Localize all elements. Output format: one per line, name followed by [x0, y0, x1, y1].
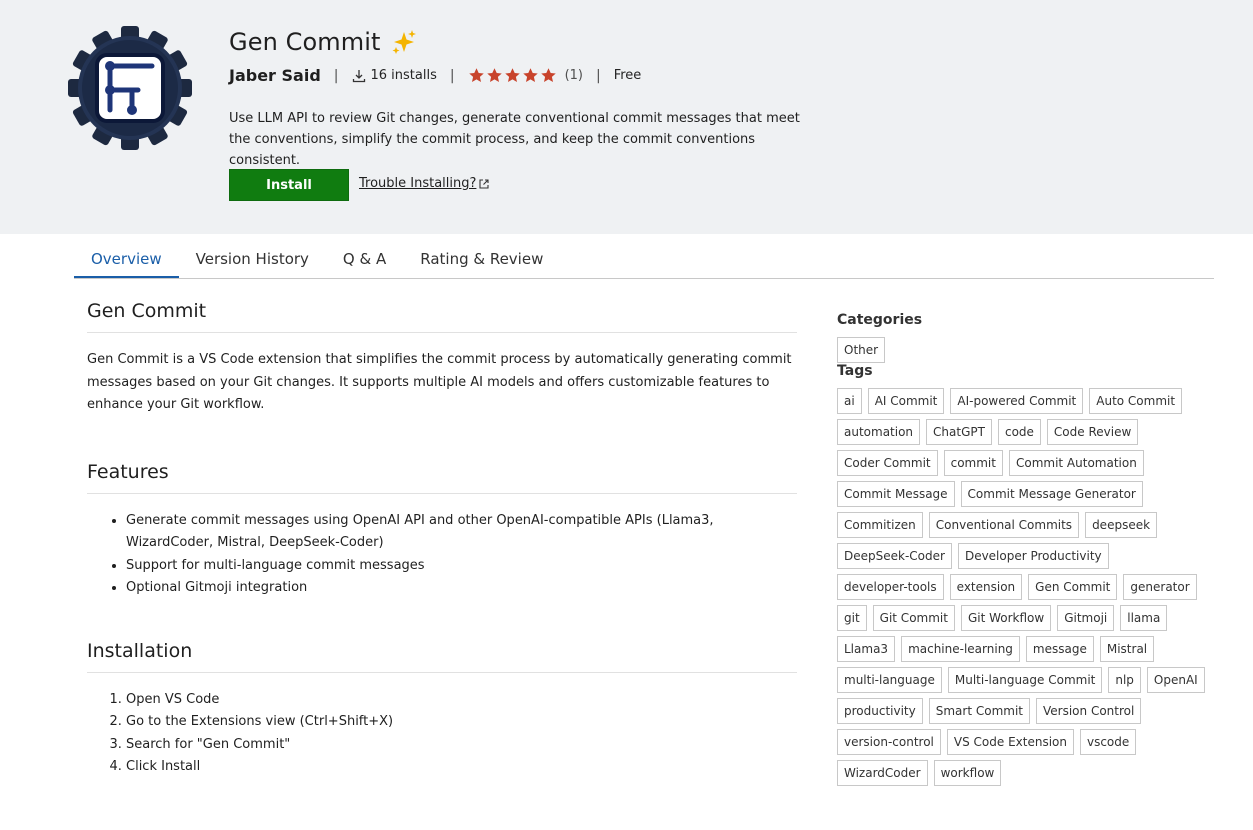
- extension-title: Gen Commit: [229, 28, 381, 56]
- tag-chip[interactable]: developer-tools: [837, 574, 944, 600]
- tab-bar: Overview Version History Q & A Rating & …: [74, 240, 1214, 279]
- list-item: Go to the Extensions view (Ctrl+Shift+X): [126, 711, 797, 734]
- download-icon: [352, 69, 365, 82]
- rating-count[interactable]: (1): [565, 68, 583, 83]
- price-label: Free: [613, 68, 642, 83]
- tag-chip[interactable]: Commit Automation: [1008, 450, 1144, 476]
- tag-chip[interactable]: productivity: [837, 698, 923, 724]
- tags-heading: Tags: [837, 363, 873, 379]
- list-item: Open VS Code: [126, 689, 797, 712]
- tag-chip[interactable]: Git Workflow: [960, 605, 1052, 631]
- tag-chip[interactable]: Mistral: [1099, 636, 1155, 662]
- trouble-installing-link[interactable]: Trouble Installing?: [359, 176, 489, 191]
- title-row: Gen Commit: [229, 28, 418, 56]
- tag-chip[interactable]: Gen Commit: [1028, 574, 1118, 600]
- features-list: Generate commit messages using OpenAI AP…: [87, 510, 797, 600]
- tags-list: ai AI Commit AI-powered Commit Auto Commit a…: [837, 388, 1207, 786]
- tag-chip[interactable]: Coder Commit: [837, 450, 938, 476]
- list-item: Generate commit messages using OpenAI AP…: [126, 510, 797, 555]
- features-section: Features Generate commit messages using …: [87, 461, 797, 600]
- star-icon: [540, 68, 556, 82]
- sidebar: Categories Other Tags ai AI Commit AI-powe…: [837, 312, 1207, 786]
- install-button[interactable]: Install: [229, 169, 349, 201]
- tag-chip[interactable]: WizardCoder: [837, 760, 928, 786]
- tag-chip[interactable]: DeepSeek-Coder: [837, 543, 952, 569]
- tag-chip[interactable]: deepseek: [1085, 512, 1158, 538]
- tag-chip[interactable]: Commit Message Generator: [960, 481, 1143, 507]
- publisher-link[interactable]: Jaber Said: [229, 66, 321, 85]
- separator: |: [333, 67, 339, 84]
- star-icon: [486, 68, 502, 82]
- tag-chip[interactable]: extension: [949, 574, 1023, 600]
- tab-q-and-a[interactable]: Q & A: [326, 240, 403, 278]
- features-heading: Features: [87, 461, 797, 494]
- tag-chip[interactable]: Developer Productivity: [957, 543, 1109, 569]
- tag-chip[interactable]: Smart Commit: [928, 698, 1030, 724]
- extension-logo-icon: [68, 26, 192, 150]
- tag-chip[interactable]: git: [837, 605, 867, 631]
- tag-chip[interactable]: multi-language: [837, 667, 942, 693]
- category-tag[interactable]: Other: [837, 337, 886, 363]
- list-item: Support for multi-language commit messag…: [126, 555, 797, 578]
- tag-chip[interactable]: AI-powered Commit: [950, 388, 1084, 414]
- separator: |: [596, 67, 601, 84]
- tag-chip[interactable]: code: [997, 419, 1041, 445]
- tag-chip[interactable]: Version Control: [1036, 698, 1142, 724]
- tag-chip[interactable]: ai: [837, 388, 862, 414]
- tag-chip[interactable]: workflow: [933, 760, 1002, 786]
- overview-content: Gen Commit Gen Commit is a VS Code exten…: [87, 300, 797, 779]
- tag-chip[interactable]: commit: [943, 450, 1003, 476]
- list-item: Search for "Gen Commit": [126, 734, 797, 757]
- tag-chip[interactable]: ChatGPT: [926, 419, 992, 445]
- tag-chip[interactable]: Multi-language Commit: [947, 667, 1103, 693]
- tag-chip[interactable]: vscode: [1079, 729, 1137, 755]
- tag-chip[interactable]: Commitizen: [837, 512, 923, 538]
- tag-chip[interactable]: message: [1025, 636, 1094, 662]
- installation-section: Installation Open VS Code Go to the Exte…: [87, 640, 797, 779]
- tag-chip[interactable]: Llama3: [837, 636, 896, 662]
- tag-chip[interactable]: version-control: [837, 729, 941, 755]
- trouble-installing-label: Trouble Installing?: [359, 176, 477, 191]
- meta-row: Jaber Said | 16 installs | (1) | Free: [229, 66, 641, 85]
- star-icon: [468, 68, 484, 82]
- rating-stars[interactable]: [468, 67, 557, 84]
- installation-heading: Installation: [87, 640, 797, 673]
- separator: |: [449, 67, 455, 84]
- categories-list: Other: [837, 337, 1207, 363]
- list-item: Click Install: [126, 756, 797, 779]
- tag-chip[interactable]: AI Commit: [867, 388, 945, 414]
- tag-chip[interactable]: Code Review: [1046, 419, 1139, 445]
- tag-chip[interactable]: nlp: [1108, 667, 1141, 693]
- overview-intro: Gen Commit is a VS Code extension that s…: [87, 352, 792, 412]
- sparkles-icon: [392, 30, 417, 54]
- tag-chip[interactable]: Conventional Commits: [928, 512, 1080, 538]
- installation-steps: Open VS Code Go to the Extensions view (…: [87, 689, 797, 779]
- categories-heading: Categories: [837, 312, 923, 328]
- star-icon: [504, 68, 520, 82]
- tag-chip[interactable]: llama: [1120, 605, 1168, 631]
- tag-chip[interactable]: OpenAI: [1146, 667, 1205, 693]
- tab-rating-review[interactable]: Rating & Review: [403, 240, 560, 278]
- extension-header: Gen Commit Jaber Said | 16 installs | (1…: [0, 0, 1253, 234]
- tab-version-history[interactable]: Version History: [179, 240, 326, 278]
- star-icon: [522, 68, 538, 82]
- list-item: Optional Gitmoji integration: [126, 577, 797, 600]
- tag-chip[interactable]: Gitmoji: [1057, 605, 1115, 631]
- tab-overview[interactable]: Overview: [74, 240, 179, 278]
- overview-heading: Gen Commit: [87, 300, 797, 333]
- tag-chip[interactable]: generator: [1123, 574, 1197, 600]
- tag-chip[interactable]: Auto Commit: [1089, 388, 1183, 414]
- tag-chip[interactable]: VS Code Extension: [946, 729, 1074, 755]
- tag-chip[interactable]: Git Commit: [872, 605, 955, 631]
- tag-chip[interactable]: machine-learning: [901, 636, 1020, 662]
- tag-chip[interactable]: Commit Message: [837, 481, 955, 507]
- install-count: 16 installs: [370, 68, 437, 83]
- extension-description: Use LLM API to review Git changes, gener…: [229, 111, 800, 168]
- external-link-icon: [479, 178, 489, 189]
- tag-chip[interactable]: automation: [837, 419, 921, 445]
